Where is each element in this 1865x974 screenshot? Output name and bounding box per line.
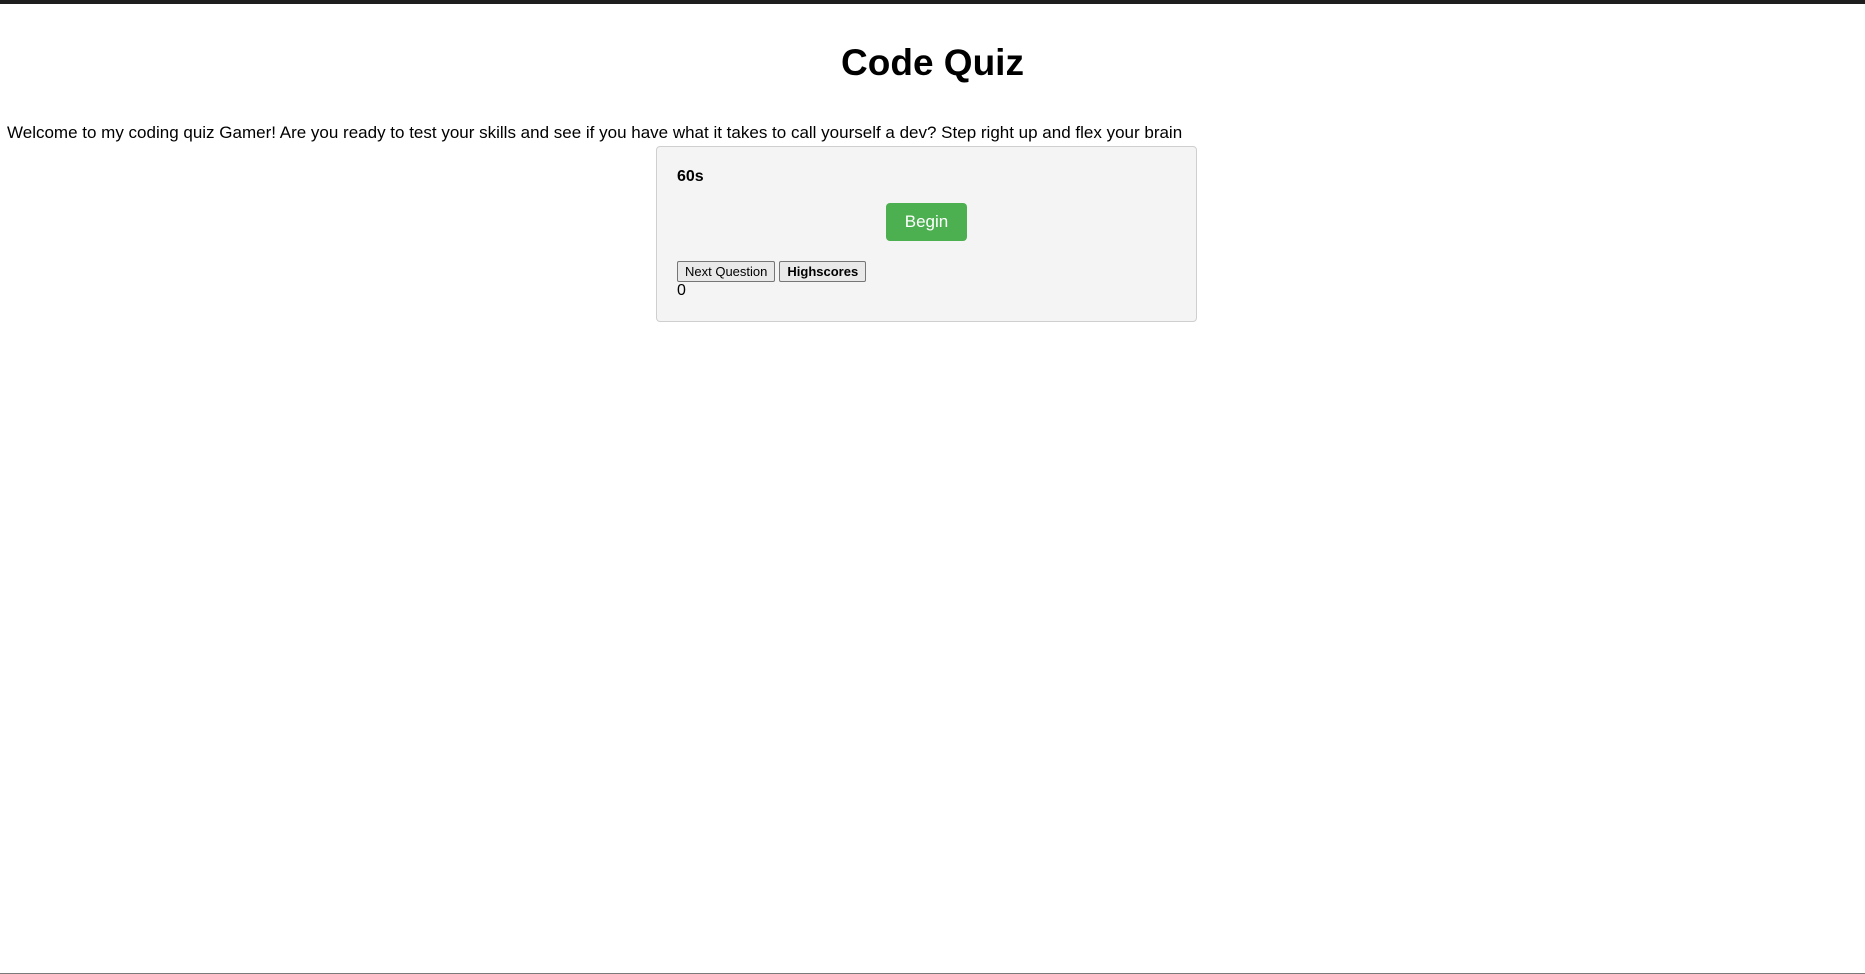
- page-title: Code Quiz: [841, 42, 1024, 83]
- begin-wrap: Begin: [677, 203, 1176, 241]
- highscores-button[interactable]: Highscores: [779, 261, 867, 282]
- timer-display: 60s: [677, 168, 704, 185]
- next-question-button[interactable]: Next Question: [677, 261, 776, 282]
- begin-button[interactable]: Begin: [886, 203, 967, 241]
- quiz-controls: Next Question Highscores: [677, 261, 1176, 282]
- score-display: 0: [677, 282, 686, 299]
- quiz-card: 60s Begin Next Question Highscores 0: [656, 146, 1197, 322]
- intro-text: Welcome to my coding quiz Gamer! Are you…: [7, 123, 1183, 142]
